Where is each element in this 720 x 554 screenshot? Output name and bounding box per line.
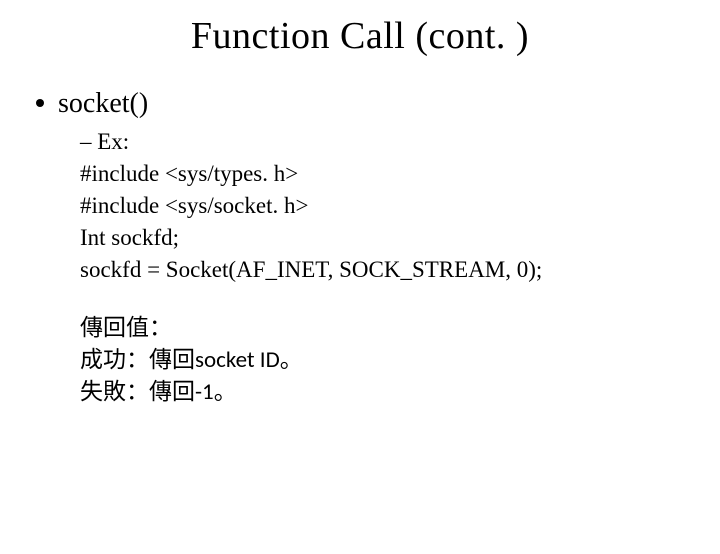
return-block: 傳回值： 成功：傳回socket ID。 失敗：傳回-1。 — [80, 312, 684, 407]
slide-title: Function Call (cont. ) — [0, 14, 720, 58]
slide: Function Call (cont. ) socket() – Ex: #i… — [0, 14, 720, 554]
code-line-1: #include <sys/types. h> — [80, 159, 684, 189]
return-line-3a: 失敗：傳回 — [80, 379, 195, 404]
return-line-3c: 。 — [214, 379, 237, 404]
return-line-2b: socket ID — [195, 346, 280, 374]
return-line-2: 成功：傳回socket ID。 — [80, 344, 684, 376]
code-line-4: sockfd = Socket(AF_INET, SOCK_STREAM, 0)… — [80, 255, 684, 285]
code-line-3: Int sockfd; — [80, 223, 684, 253]
return-line-2a: 成功：傳回 — [80, 347, 195, 372]
sub-bullet-ex: – Ex: — [80, 127, 684, 157]
sub-block: – Ex: #include <sys/types. h> #include <… — [80, 127, 684, 284]
code-line-2: #include <sys/socket. h> — [80, 191, 684, 221]
return-line-3b: -1 — [195, 378, 214, 406]
slide-body: socket() – Ex: #include <sys/types. h> #… — [0, 86, 720, 408]
return-line-3: 失敗：傳回-1。 — [80, 376, 684, 408]
return-line-2c: 。 — [280, 347, 303, 372]
bullet-text: socket() — [58, 86, 148, 121]
bullet-dot-icon — [36, 99, 44, 107]
return-line-1: 傳回值： — [80, 312, 684, 343]
bullet-level1: socket() — [36, 86, 684, 121]
